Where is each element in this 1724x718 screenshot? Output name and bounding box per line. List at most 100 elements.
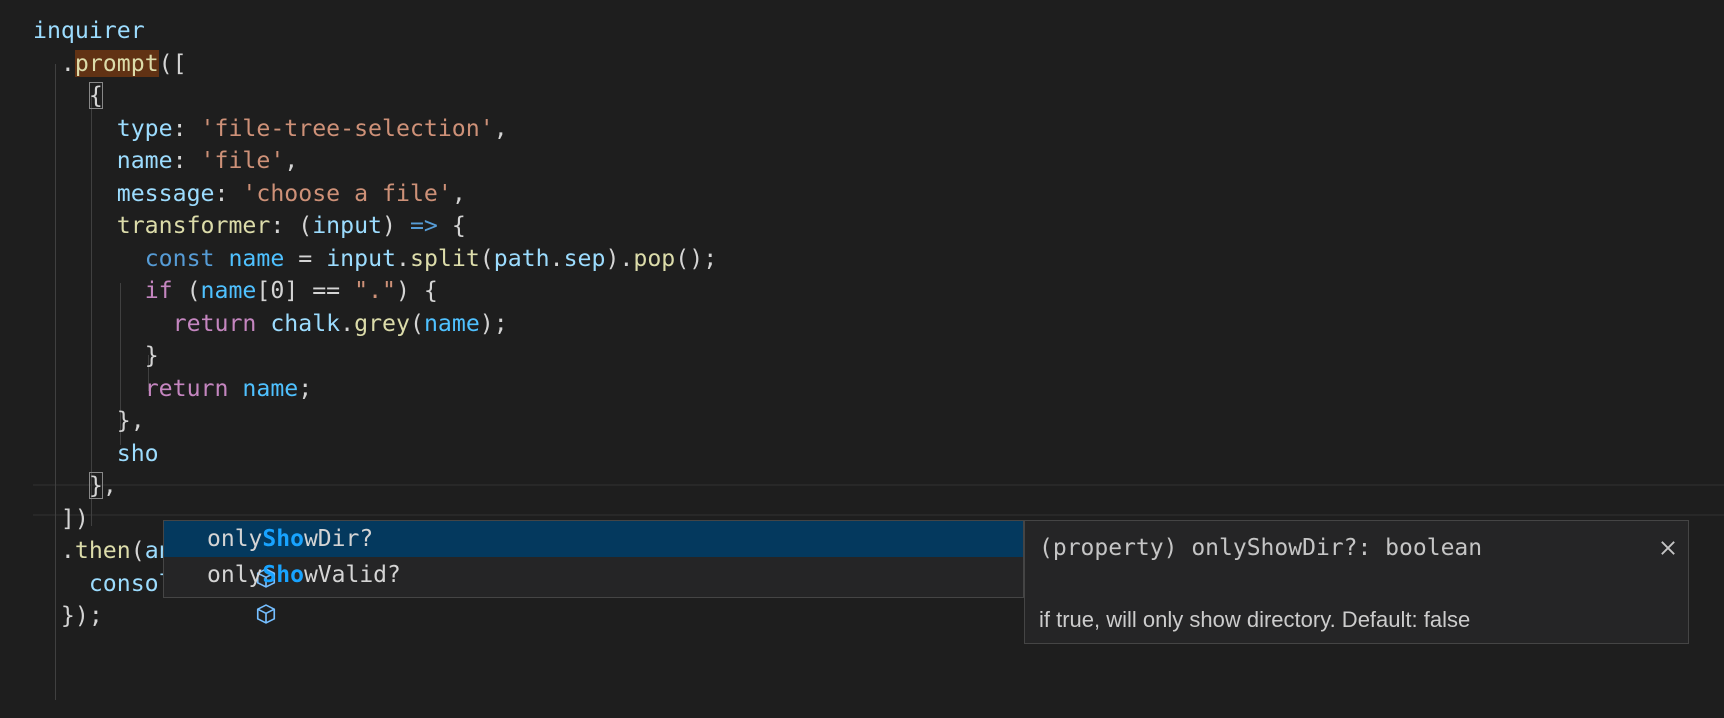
code-token: }); — [60, 602, 103, 629]
property-icon — [172, 564, 276, 624]
code-token: input — [312, 212, 383, 239]
code-token: name — [116, 147, 173, 174]
code-token: return — [144, 375, 229, 402]
code-token: ( — [479, 245, 494, 272]
code-token: ) — [382, 212, 410, 239]
code-line[interactable]: return chalk.grey(name); — [33, 306, 508, 342]
code-token: message — [116, 180, 215, 207]
code-token: { — [88, 82, 103, 109]
code-line[interactable]: }, — [33, 468, 117, 504]
code-token: input — [326, 245, 397, 272]
code-token: 'file' — [200, 147, 285, 174]
code-line[interactable]: }, — [33, 403, 145, 439]
suggest-item[interactable]: onlyShowValid? — [164, 557, 1023, 624]
code-token: : — [172, 147, 201, 174]
details-documentation: if true, will only show directory. Defau… — [1039, 607, 1471, 632]
code-line[interactable]: message: 'choose a file', — [33, 176, 466, 212]
code-token: , — [284, 147, 299, 174]
code-line[interactable]: } — [33, 338, 159, 374]
code-token: : — [172, 115, 201, 142]
suggest-item-label: onlyShowValid? — [207, 562, 401, 588]
code-token: path — [493, 245, 550, 272]
code-token: then — [74, 537, 131, 564]
code-line[interactable]: sho — [33, 436, 159, 472]
code-token: prompt — [74, 50, 159, 77]
code-token: ( — [130, 537, 145, 564]
code-line[interactable]: return name; — [33, 371, 313, 407]
code-token: 'file-tree-selection' — [200, 115, 494, 142]
code-token: ). — [605, 245, 634, 272]
code-token: "." — [354, 277, 396, 304]
code-token: inquirer — [33, 17, 145, 44]
code-token: , — [102, 472, 117, 499]
code-line[interactable]: }); — [33, 598, 103, 634]
code-line[interactable]: { — [33, 78, 103, 114]
code-token: = — [284, 245, 327, 272]
code-line[interactable]: .prompt([ — [33, 46, 187, 82]
code-token: [0] == — [256, 277, 355, 304]
code-line[interactable]: name: 'file', — [33, 143, 299, 179]
code-token: sep — [563, 245, 606, 272]
code-token: . — [60, 537, 75, 564]
code-token: ([ — [158, 50, 187, 77]
suggest-item[interactable]: onlyShowDir? — [164, 521, 1023, 588]
code-token: split — [409, 245, 480, 272]
code-token: name — [423, 310, 480, 337]
code-token: ) { — [396, 277, 438, 304]
code-token: ); — [479, 310, 508, 337]
code-token: : ( — [270, 212, 313, 239]
code-token: => — [409, 212, 438, 239]
code-line[interactable]: if (name[0] == ".") { — [33, 273, 438, 309]
property-icon — [172, 528, 276, 588]
code-token: name — [200, 277, 257, 304]
code-token: type — [116, 115, 173, 142]
code-token: . — [396, 245, 410, 272]
code-token: . — [60, 50, 75, 77]
code-token: , — [493, 115, 508, 142]
code-token: ; — [298, 375, 313, 402]
code-token: , — [451, 180, 466, 207]
code-token: name — [242, 375, 299, 402]
code-token: ( — [409, 310, 424, 337]
code-line[interactable]: ]) — [33, 501, 89, 537]
suggest-item-label: onlyShowDir? — [207, 526, 374, 552]
code-token: name — [228, 245, 285, 272]
suggest-widget[interactable]: onlyShowDir? onlyShowValid? — [163, 520, 1024, 624]
code-line[interactable]: const name = input.split(path.sep).pop()… — [33, 241, 717, 277]
code-token: pop — [633, 245, 676, 272]
code-line[interactable]: type: 'file-tree-selection', — [33, 111, 508, 147]
code-token: 'choose a file' — [242, 180, 452, 207]
suggest-details-panel: (property) onlyShowDir?: boolean if true… — [1024, 520, 1689, 644]
code-line[interactable]: inquirer — [33, 13, 145, 49]
code-token: }, — [116, 407, 145, 434]
current-line-highlight — [33, 484, 1724, 516]
close-icon[interactable] — [1657, 537, 1679, 559]
code-line[interactable]: transformer: (input) => { — [33, 208, 466, 244]
code-token: ( — [172, 277, 201, 304]
code-token: return — [172, 310, 257, 337]
code-token: sho — [116, 440, 159, 467]
code-token: (); — [675, 245, 718, 272]
code-token: grey — [354, 310, 410, 337]
